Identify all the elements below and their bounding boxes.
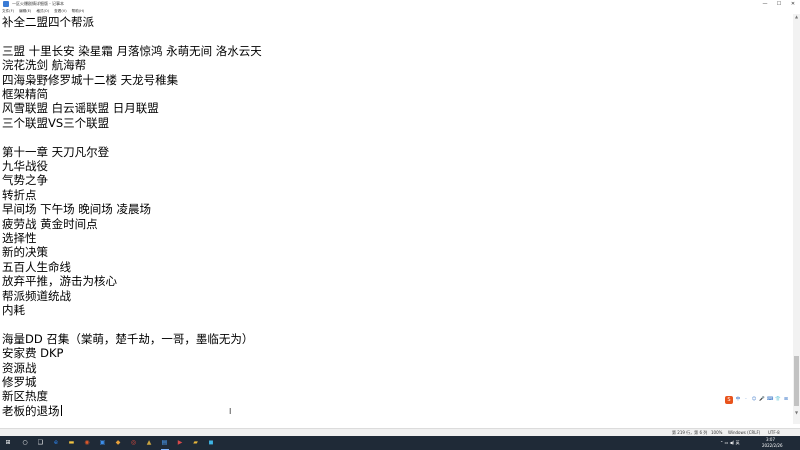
text-line: 气势之争: [2, 173, 48, 188]
store-icon[interactable]: ▣: [98, 438, 108, 448]
menu-help[interactable]: 帮助(H): [72, 9, 85, 14]
ime-tool-icon[interactable]: 中: [735, 397, 741, 403]
close-button[interactable]: ✕: [786, 0, 800, 8]
text-line: 疲劳战 黄金时间点: [2, 216, 98, 231]
text-line: 海量DD 召集（棠萌，楚千劫，一哥，墨临无为）: [2, 331, 254, 346]
ime-toolbar[interactable]: S 中 · ☺ 🎤 ⌨ 👕 ⊞: [724, 395, 792, 405]
menu-edit[interactable]: 编辑(E): [19, 9, 31, 14]
minimize-button[interactable]: —: [758, 0, 772, 8]
clock-date[interactable]: 2022/2/26: [762, 443, 783, 448]
text-line: 浣花洗剑 航海帮: [2, 58, 87, 73]
scrollbar-thumb[interactable]: [794, 356, 799, 406]
text-line: 风雪联盟 白云谣联盟 日月联盟: [2, 101, 159, 116]
text-line: 放弃平推，游击为核心: [2, 274, 117, 289]
title-bar: 一区火爆剧情详细版 - 记事本 — ☐ ✕: [0, 0, 800, 8]
notepad-app-icon: [3, 1, 9, 7]
scrollbar-corner: [793, 416, 800, 424]
ime-tool-icon[interactable]: ⊞: [783, 397, 789, 403]
ibeam-cursor-icon: I: [229, 407, 232, 416]
text-line: 选择性: [2, 231, 37, 245]
app-icon[interactable]: ◆: [113, 438, 123, 448]
text-editor-area[interactable]: I 补全二盟四个帮派三盟 十里长安 染星霜 月落惊鸿 永萌无间 洛水云天 浣花洗剑…: [0, 14, 793, 424]
text-line: 九华战役: [2, 159, 48, 173]
text-line: 内耗: [2, 303, 25, 317]
vertical-scrollbar[interactable]: ▲ ▼: [793, 14, 800, 416]
scroll-up-arrow-icon[interactable]: ▲: [793, 14, 800, 20]
search-icon[interactable]: ○: [20, 438, 30, 448]
text-line: 老板的退场: [2, 403, 62, 418]
text-line: 三个联盟VS三个联盟: [2, 115, 110, 130]
menu-view[interactable]: 查看(V): [54, 9, 66, 14]
edge-icon[interactable]: e: [51, 438, 61, 448]
text-line: 新的决策: [2, 245, 48, 260]
ime-tool-icon[interactable]: ·: [743, 397, 749, 403]
ime-tool-icon[interactable]: ☺: [751, 397, 757, 403]
menu-format[interactable]: 格式(O): [36, 9, 49, 14]
video-icon[interactable]: ◼: [206, 438, 216, 448]
text-line: 框架精简: [2, 87, 48, 101]
text-line: 新区热度: [2, 389, 48, 404]
tray-indicators[interactable]: ⌃ ▭ ◀) 英: [720, 440, 740, 446]
clock-time[interactable]: 3:07: [766, 437, 775, 442]
text-caret: [60, 404, 62, 416]
game-icon[interactable]: ▲: [144, 438, 154, 448]
sogou-logo-icon[interactable]: S: [725, 396, 733, 404]
notepad-icon[interactable]: ▤: [160, 438, 170, 450]
taskbar: ⊞ ⌃ ▭ ◀) 英 3:07 2022/2/26 ○ ❑ e ▬ ◉ ▣ ◆ ◎ ▲ ▤ ▶ ▰ ◼: [0, 436, 800, 450]
chrome-icon[interactable]: ◎: [129, 438, 139, 448]
text-line: 帮派频道统战: [2, 288, 71, 303]
ime-tool-icon[interactable]: ⌨: [767, 397, 774, 403]
text-line: 五百人生命线: [2, 259, 71, 274]
text-line: 修罗城: [2, 375, 37, 389]
text-line: 四海枭野修罗城十二楼 天龙号稚集: [2, 72, 179, 87]
text-line: 转折点: [2, 187, 37, 202]
media-icon[interactable]: ▶: [175, 438, 185, 448]
folder-icon[interactable]: ▰: [191, 438, 201, 448]
ime-tool-icon[interactable]: 🎤: [759, 397, 765, 403]
ime-tool-icon[interactable]: 👕: [775, 397, 781, 403]
text-line: 补全二盟四个帮派: [2, 15, 94, 29]
start-button-icon[interactable]: ⊞: [3, 438, 13, 448]
task-view-icon[interactable]: ❑: [36, 438, 46, 448]
browser-icon[interactable]: ◉: [82, 438, 92, 448]
status-bar: 第 219 行，第 6 列 100% Windows (CRLF) UTF-8: [0, 428, 800, 436]
file-explorer-icon[interactable]: ▬: [67, 438, 77, 448]
text-line: 第十一章 天刀凡尔登: [2, 144, 110, 159]
window-title: 一区火爆剧情详细版 - 记事本: [12, 1, 64, 6]
menu-file[interactable]: 文件(F): [2, 9, 14, 14]
text-line: 安家费 DKP: [2, 346, 64, 361]
maximize-button[interactable]: ☐: [772, 0, 786, 8]
text-line: 三盟 十里长安 染星霜 月落惊鸿 永萌无间 洛水云天: [2, 43, 262, 58]
text-line: 早间场 下午场 晚间场 凌晨场: [2, 202, 151, 217]
window-controls: — ☐ ✕: [758, 0, 800, 8]
text-line: 资源战: [2, 360, 37, 375]
